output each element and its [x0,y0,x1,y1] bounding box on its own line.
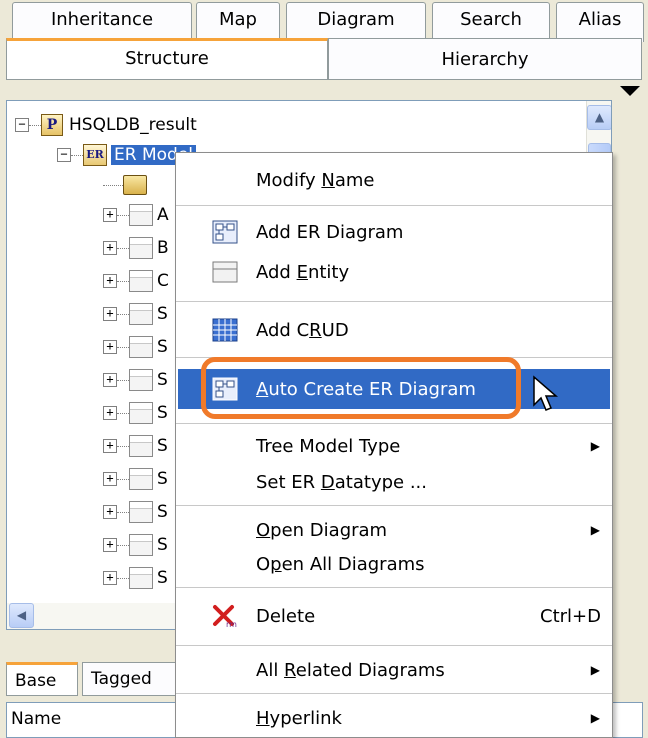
menu-item-set-er-datatype[interactable]: Set ER Datatype ... [178,463,610,501]
expand-icon[interactable]: + [103,571,117,585]
tab-base[interactable]: Base [6,662,78,696]
collapse-icon[interactable]: − [57,148,71,162]
expand-icon[interactable]: + [103,307,117,321]
tree-node-entity[interactable]: + S [103,399,168,427]
tree-node-entity[interactable]: + S [103,498,168,526]
tab-search[interactable]: Search [432,2,550,42]
project-icon: P [41,114,63,136]
er-diagram-icon [212,220,238,244]
menu-item-tree-model-type[interactable]: Tree Model Type ▶ [178,427,610,465]
tree-node-entity[interactable]: + S [103,300,168,328]
expand-icon[interactable]: + [103,340,117,354]
menu-item-delete[interactable]: rm Delete Ctrl+D [178,597,610,635]
tab-diagram[interactable]: Diagram [286,2,426,42]
folder-icon [123,175,147,195]
entity-icon [129,468,153,490]
menu-item-add-crud[interactable]: Add CRUD [178,311,610,349]
tree-node-label: S [157,436,168,456]
er-model-icon: ER [83,144,107,166]
grid-column-name: Name [11,709,62,729]
entity-icon [212,261,238,283]
entity-icon [129,567,153,589]
delete-icon: rm [213,605,237,628]
tree-node-label: S [157,337,168,357]
tree-node-entity[interactable]: + C [103,267,169,295]
entity-icon [129,237,153,259]
submenu-arrow-icon: ▶ [590,523,600,537]
menu-item-modify-name[interactable]: Modify Name [178,161,610,199]
expand-icon[interactable]: + [103,472,117,486]
entity-icon [129,402,153,424]
tab-inheritance[interactable]: Inheritance [12,2,192,42]
tab-alias[interactable]: Alias [556,2,644,42]
menu-item-add-er-diagram[interactable]: Add ER Diagram [178,213,610,251]
entity-icon [129,336,153,358]
menu-item-open-all-diagrams[interactable]: Open All Diagrams [178,545,610,583]
expand-icon[interactable]: + [103,373,117,387]
tree-node-label: S [157,502,168,522]
entity-icon [129,435,153,457]
scroll-left-icon[interactable]: ◀ [9,603,34,628]
entity-icon [129,204,153,226]
tree-node-entity[interactable]: + S [103,564,168,592]
entity-icon [129,534,153,556]
entity-icon [129,303,153,325]
tree-node-entity[interactable]: + S [103,366,168,394]
tree-node-entity[interactable]: + S [103,432,168,460]
expand-icon[interactable]: + [103,406,117,420]
tree-node-label: A [157,205,169,225]
menu-item-hyperlink[interactable]: Hyperlink ▶ [178,699,610,737]
submenu-arrow-icon: ▶ [590,439,600,453]
tab-structure[interactable]: Structure [6,38,328,80]
submenu-arrow-icon: ▶ [590,711,600,725]
tree-node-entity[interactable]: + S [103,465,168,493]
tree-node-label: S [157,535,168,555]
tab-hierarchy[interactable]: Hierarchy [328,38,642,80]
tree-node-label: S [157,370,168,390]
expand-icon[interactable]: + [103,241,117,255]
tree-node-label: C [157,271,169,291]
context-menu: Modify Name Add ER Diagram Add Entity Ad… [175,152,613,738]
tree-node-label: S [157,304,168,324]
expand-icon[interactable]: + [103,505,117,519]
scroll-up-icon[interactable]: ▲ [587,105,611,130]
entity-icon [129,270,153,292]
expand-icon[interactable]: + [103,208,117,222]
menu-item-add-entity[interactable]: Add Entity [178,253,610,291]
menu-item-all-related-diagrams[interactable]: All Related Diagrams ▶ [178,651,610,689]
tab-tagged[interactable]: Tagged [82,662,178,696]
crud-icon [212,318,238,342]
svg-text:rm: rm [226,620,237,628]
highlight-callout [201,357,521,419]
tree-node-project[interactable]: − P HSQLDB_result [15,111,197,139]
tree-node-label: HSQLDB_result [69,115,197,135]
expand-icon[interactable]: + [103,274,117,288]
panel-dropdown-arrow-icon[interactable] [620,86,640,96]
expand-icon[interactable]: + [103,439,117,453]
entity-icon [129,369,153,391]
tree-node-label: B [157,238,169,258]
expand-icon[interactable]: + [103,538,117,552]
tree-node-label: S [157,568,168,588]
tree-node-entity[interactable]: + S [103,333,168,361]
menu-item-open-diagram[interactable]: Open Diagram ▶ [178,511,610,549]
tree-node-entity[interactable]: + A [103,201,169,229]
tree-node-entity[interactable]: + B [103,234,169,262]
shortcut-label: Ctrl+D [540,605,601,627]
mouse-cursor-icon [533,375,559,411]
submenu-arrow-icon: ▶ [590,663,600,677]
tree-node-label: S [157,469,168,489]
tab-map[interactable]: Map [196,2,280,42]
collapse-icon[interactable]: − [15,118,29,132]
tree-node-folder[interactable] [103,171,147,199]
entity-icon [129,501,153,523]
tree-node-entity[interactable]: + S [103,531,168,559]
tree-node-label: S [157,403,168,423]
